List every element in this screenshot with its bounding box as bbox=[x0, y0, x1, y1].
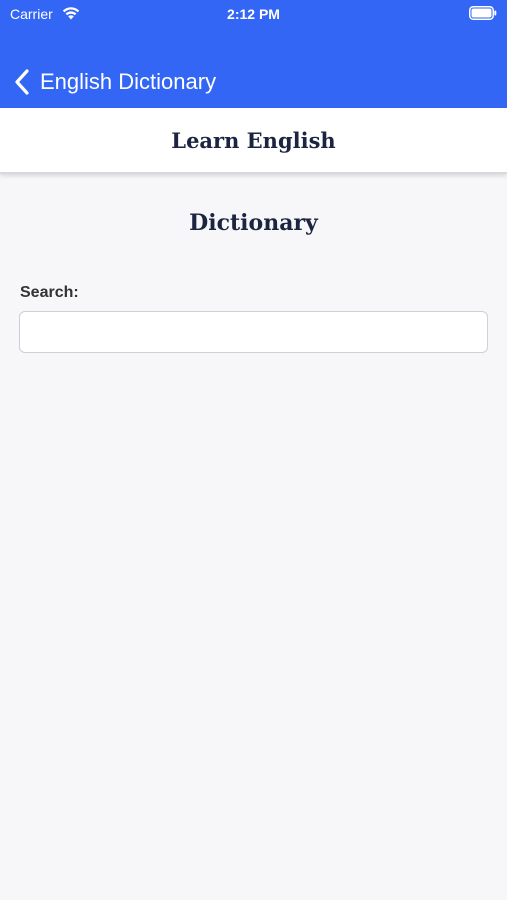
app-header: Learn English bbox=[0, 108, 507, 174]
search-input[interactable] bbox=[19, 311, 488, 353]
app-heading: Learn English bbox=[171, 127, 336, 153]
back-button-label: English Dictionary bbox=[40, 69, 217, 94]
back-button[interactable]: English Dictionary bbox=[12, 66, 216, 98]
battery-icon bbox=[469, 6, 497, 20]
status-time: 2:12 PM bbox=[227, 6, 280, 22]
search-label: Search: bbox=[20, 284, 79, 301]
status-bar: Carrier 2:12 PM bbox=[0, 0, 507, 28]
navigation-bar: English Dictionary bbox=[0, 28, 507, 108]
page-title: Dictionary bbox=[189, 210, 318, 236]
chevron-left-icon bbox=[15, 69, 29, 95]
